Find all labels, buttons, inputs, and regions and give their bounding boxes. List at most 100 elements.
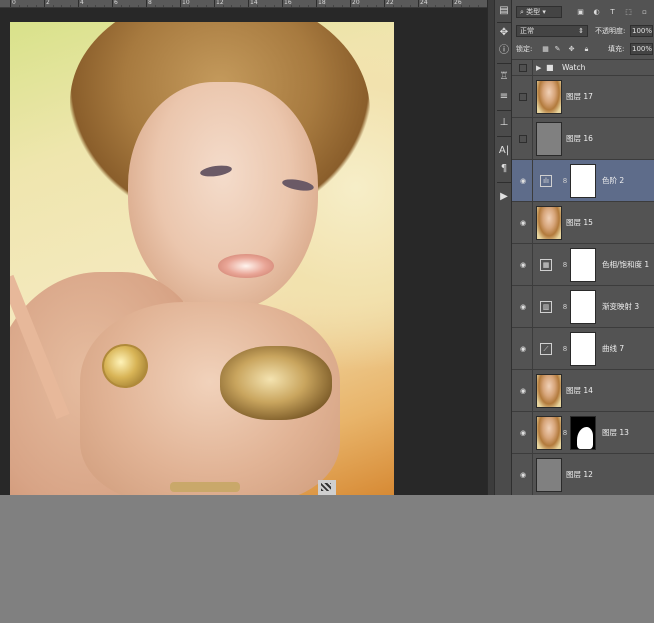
layer-thumbnail [536, 374, 562, 408]
layer-name: 图层 12 [566, 470, 593, 479]
ruler-major-tick [180, 0, 181, 7]
visibility-toggle[interactable]: ◉ [516, 202, 530, 243]
lock-pixels-icon[interactable]: ✎ [553, 45, 562, 54]
eye-icon: ◉ [519, 218, 527, 227]
layer-thumbnail [536, 458, 562, 492]
visibility-toggle[interactable]: ◉ [516, 244, 530, 285]
canvas-workspace[interactable] [0, 8, 487, 495]
link-icon[interactable]: 8 [562, 176, 568, 186]
layer-row[interactable]: ◉ 8 图层 13 [512, 412, 654, 454]
column-divider [532, 454, 533, 495]
smart-object-filter-icon[interactable]: ▫ [640, 8, 649, 17]
visibility-toggle[interactable] [516, 60, 530, 75]
ruler-major-tick [282, 0, 283, 7]
layer-row[interactable]: ◉ ▥ 8 渐变映射 3 [512, 286, 654, 328]
layer-row[interactable]: 图层 16 [512, 118, 654, 160]
layer-row[interactable]: ◉ ▦ 8 色相/饱和度 1 [512, 244, 654, 286]
fill-input[interactable]: 100% [630, 43, 653, 55]
layer-thumbnail [536, 122, 562, 156]
lock-label: 锁定: [516, 45, 533, 53]
photo-face [128, 82, 318, 312]
photo-bracelet [170, 482, 240, 492]
fill-value: 100% [632, 45, 653, 53]
paragraph-icon[interactable]: ¶ [497, 162, 511, 176]
layer-row[interactable]: ◉ 图层 12 [512, 454, 654, 495]
layers-list: ▶ ■ Watch 图层 17 图层 16 ◉ ılı 8 色阶 2 ◉ 图层 15 ◉ ▦ 8 色相/饱和… [512, 60, 654, 495]
clone-source-icon[interactable]: ♖ [497, 70, 511, 84]
tool-separator [497, 136, 511, 137]
tool-separator [497, 110, 511, 111]
ruler-label: 2 [46, 0, 50, 6]
layer-mask-thumbnail[interactable] [570, 290, 596, 324]
layer-name: Watch [562, 63, 586, 72]
column-divider [532, 160, 533, 201]
visibility-toggle[interactable] [516, 76, 530, 117]
pixel-filter-icon[interactable]: ▣ [576, 8, 585, 17]
visibility-toggle[interactable]: ◉ [516, 160, 530, 201]
shape-filter-icon[interactable]: ⬚ [624, 8, 633, 17]
ruler-major-tick [10, 0, 11, 7]
horizontal-ruler: 0 2 4 6 8 10 12 14 16 18 20 22 24 26 [0, 0, 487, 8]
photo-ring-small [102, 344, 148, 388]
ruler-label: 6 [114, 0, 118, 6]
type-filter-icon[interactable]: T [608, 8, 617, 17]
layer-mask-thumbnail[interactable] [570, 164, 596, 198]
layer-mask-thumbnail[interactable] [570, 416, 596, 450]
layer-row[interactable]: ◉ ılı 8 色阶 2 [512, 160, 654, 202]
opacity-input[interactable]: 100% [630, 25, 653, 37]
column-divider [532, 370, 533, 411]
vertical-scrollbar[interactable] [487, 0, 494, 495]
column-divider [532, 60, 533, 75]
layer-row[interactable]: ◉ ⟋ 8 曲线 7 [512, 328, 654, 370]
visibility-toggle[interactable]: ◉ [516, 328, 530, 369]
layer-mask-thumbnail[interactable] [570, 332, 596, 366]
link-icon[interactable]: 8 [562, 302, 568, 312]
document-canvas-photo[interactable] [10, 22, 394, 495]
ruler-major-tick [452, 0, 453, 7]
visibility-empty-box [519, 134, 527, 143]
actions-play-icon[interactable]: ▶ [497, 190, 511, 204]
visibility-toggle[interactable]: ◉ [516, 370, 530, 411]
resize-handle-icon[interactable] [318, 480, 336, 495]
visibility-toggle[interactable]: ◉ [516, 286, 530, 327]
ruler-major-tick [418, 0, 419, 7]
adjustments-icon[interactable]: ≡ [497, 90, 511, 104]
character-icon[interactable]: A| [497, 144, 511, 158]
hue-saturation-icon: ▦ [540, 259, 552, 271]
visibility-toggle[interactable] [516, 118, 530, 159]
expand-arrow-icon[interactable]: ▶ [536, 63, 544, 73]
lock-all-icon[interactable]: 🔒︎ [582, 45, 591, 54]
tool-separator [497, 63, 511, 64]
layer-name: 图层 17 [566, 92, 593, 101]
layer-thumbnail [536, 416, 562, 450]
lock-position-icon[interactable]: ✥ [567, 45, 576, 54]
eye-icon: ◉ [519, 260, 527, 269]
fill-label: 填充: [608, 45, 625, 53]
layer-row[interactable]: ◉ 图层 15 [512, 202, 654, 244]
history-icon[interactable]: ▤ [497, 4, 511, 18]
info-icon[interactable]: ⓘ [497, 44, 511, 58]
eye-icon: ◉ [519, 470, 527, 479]
link-icon[interactable]: 8 [562, 260, 568, 270]
layer-mask-thumbnail[interactable] [570, 248, 596, 282]
layer-name: 图层 16 [566, 134, 593, 143]
lock-transparent-icon[interactable]: ▦ [541, 45, 550, 54]
blend-mode-select[interactable]: 正常 ⇕ [516, 25, 588, 37]
layer-filter-select[interactable]: ⌕ 类型 ▾ [516, 6, 562, 18]
visibility-toggle[interactable]: ◉ [516, 412, 530, 453]
photo-ring-rose [220, 346, 332, 420]
adjustment-filter-icon[interactable]: ◐ [592, 8, 601, 17]
ruler-major-tick [146, 0, 147, 7]
link-icon[interactable]: 8 [562, 344, 568, 354]
layer-row[interactable]: 图层 17 [512, 76, 654, 118]
layer-row[interactable]: ◉ 图层 14 [512, 370, 654, 412]
layer-group-row[interactable]: ▶ ■ Watch [512, 60, 654, 76]
brush-presets-icon[interactable]: ✥ [497, 26, 511, 40]
column-divider [532, 412, 533, 453]
gradient-map-icon: ▥ [540, 301, 552, 313]
chevron-down-icon: ⇕ [578, 27, 584, 35]
link-icon[interactable]: 8 [562, 428, 568, 438]
ruler-major-tick [248, 0, 249, 7]
character-styles-icon[interactable]: ⊥ [497, 116, 511, 130]
visibility-toggle[interactable]: ◉ [516, 454, 530, 495]
